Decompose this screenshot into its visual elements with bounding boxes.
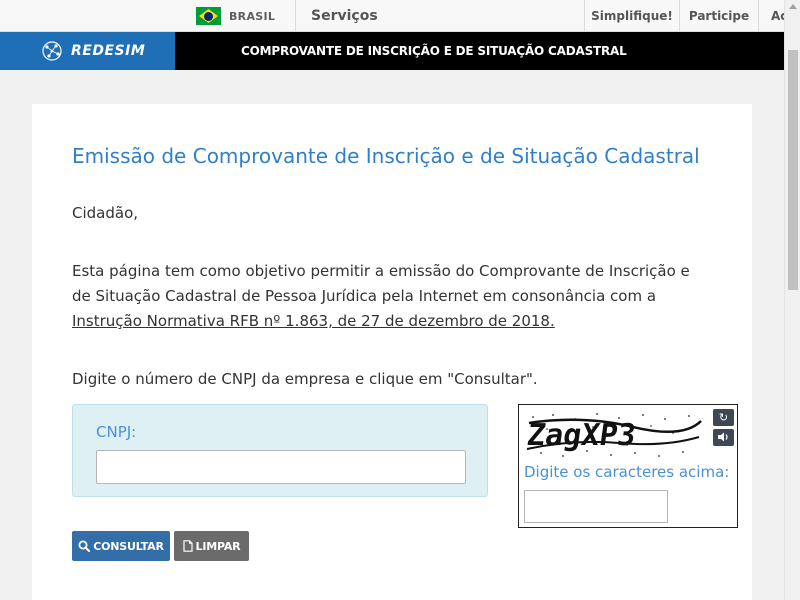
search-icon — [78, 540, 91, 552]
intro-paragraph: Esta página tem como objetivo permitir a… — [72, 259, 712, 334]
cnpj-label: CNPJ: — [96, 423, 137, 441]
brazil-flag-icon — [196, 7, 221, 25]
redesim-logo-icon — [42, 41, 62, 61]
captcha-label: Digite os caracteres acima: — [524, 463, 730, 481]
redesim-logo[interactable]: REDESIM — [0, 32, 175, 70]
participe-link[interactable]: Participe — [679, 0, 758, 32]
page-scrollbar[interactable] — [784, 0, 800, 600]
captcha-panel: ZagXP3 ↻ Digite os caracteres acima: — [518, 404, 738, 528]
main-card: Emissão de Comprovante de Inscrição e de… — [32, 104, 752, 600]
limpar-label: LIMPAR — [195, 539, 241, 553]
scroll-up-icon[interactable] — [789, 4, 797, 9]
site-header: REDESIM COMPROVANTE DE INSCRIÇÃO E DE SI… — [0, 32, 784, 70]
refresh-icon: ↻ — [718, 411, 729, 424]
captcha-refresh-button[interactable]: ↻ — [713, 409, 734, 426]
captcha-input[interactable] — [524, 490, 668, 523]
intro-text: Esta página tem como objetivo permitir a… — [72, 262, 690, 305]
gov-top-bar: BRASIL Serviços Simplifique! Participe A… — [0, 0, 788, 32]
services-link[interactable]: Serviços — [311, 0, 378, 32]
scroll-thumb[interactable] — [788, 50, 798, 290]
document-icon — [182, 540, 193, 552]
page-title: Emissão de Comprovante de Inscrição e de… — [72, 144, 700, 168]
instrucao-normativa-link[interactable]: Instrução Normativa RFB nº 1.863, de 27 … — [72, 312, 555, 330]
captcha-text: ZagXP3 — [525, 418, 638, 453]
consultar-button[interactable]: CONSULTAR — [72, 531, 170, 561]
simplifique-link[interactable]: Simplifique! — [584, 0, 679, 32]
header-title: COMPROVANTE DE INSCRIÇÃO E DE SITUAÇÃO C… — [241, 44, 627, 58]
captcha-audio-button[interactable] — [713, 429, 734, 446]
consultar-label: CONSULTAR — [93, 539, 164, 553]
brasil-link[interactable]: BRASIL — [190, 0, 296, 32]
cnpj-input[interactable] — [96, 450, 466, 484]
audio-icon — [718, 432, 728, 442]
instruction-text: Digite o número de CNPJ da empresa e cli… — [72, 370, 538, 388]
limpar-button[interactable]: LIMPAR — [174, 531, 249, 561]
greeting-text: Cidadão, — [72, 204, 139, 222]
cnpj-panel: CNPJ: — [72, 404, 488, 497]
brasil-label: BRASIL — [229, 9, 276, 23]
captcha-image: ZagXP3 — [523, 409, 705, 461]
logo-text: REDESIM — [71, 43, 146, 59]
